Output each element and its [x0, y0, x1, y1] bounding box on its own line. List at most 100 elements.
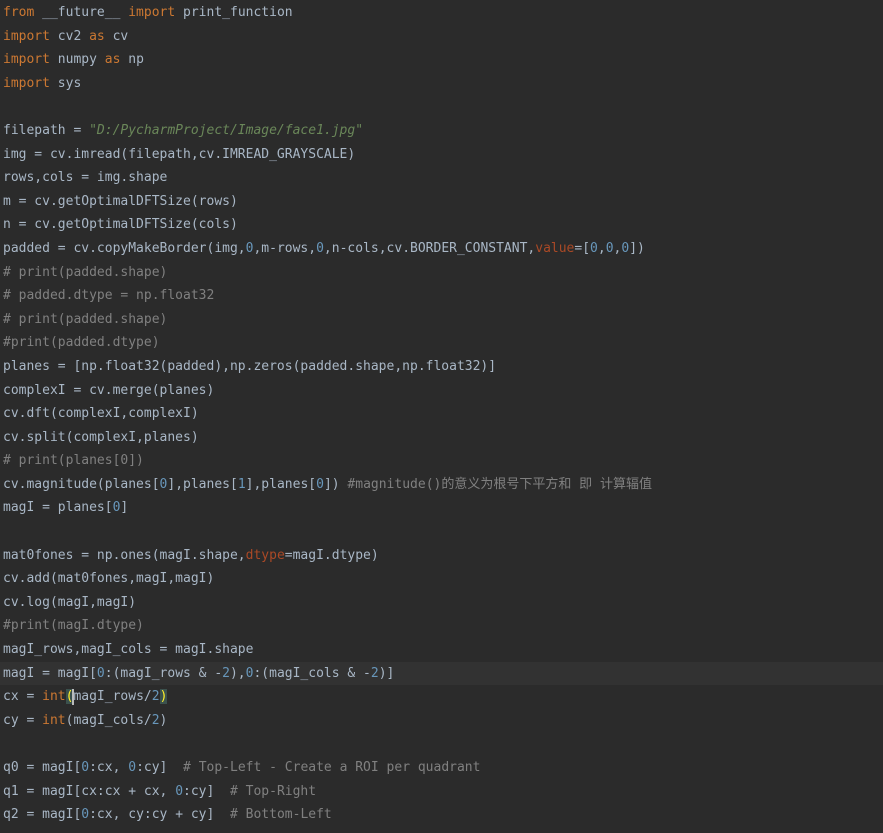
code-token: cv.magnitude(planes[ [3, 476, 160, 492]
code-line[interactable]: rows,cols = img.shape [0, 166, 883, 190]
code-token: sys [57, 75, 82, 91]
code-token: # Top-Right [229, 783, 317, 799]
code-token: 0 [175, 783, 184, 799]
code-token: :cy] [136, 760, 184, 775]
code-token: 2 [151, 712, 160, 728]
code-line[interactable]: padded = cv.copyMakeBorder(img, 0 ,m-rows,… [0, 237, 883, 261]
code-line[interactable] [0, 732, 883, 756]
code-line[interactable]: complexI = cv.merge(planes) [0, 379, 883, 403]
code-line[interactable]: planes = [np.float32(padded),np.zeros(pa… [0, 355, 883, 379]
code-token: magI = magI[ [3, 665, 97, 681]
code-token: ), [229, 665, 246, 681]
code-token: ) [159, 689, 168, 705]
code-line[interactable]: cv.magnitude(planes[0],planes[1],planes[… [0, 473, 883, 497]
code-line[interactable] [0, 520, 883, 544]
code-line[interactable]: # print(padded.shape) [0, 261, 883, 285]
code-line[interactable]: cv.log(magI,magI) [0, 591, 883, 615]
code-line[interactable]: img = cv.imread(filepath,cv.IMREAD_GRAYS… [0, 143, 883, 167]
code-line[interactable]: cy = int(magI_cols/2) [0, 709, 883, 733]
code-token: 2 [222, 665, 230, 681]
code-token: =magI.dtype) [284, 547, 379, 563]
code-line[interactable]: import cv2 as cv [0, 25, 883, 49]
code-line[interactable]: # print(planes[0]) [0, 449, 883, 473]
code-token: =[ [574, 240, 591, 256]
code-token: padded = cv.copyMakeBorder(img, [3, 240, 246, 256]
code-token: dtype [245, 547, 285, 563]
code-token: 0 [590, 240, 598, 256]
code-token: ,m-rows, [253, 240, 317, 256]
code-token: import [3, 28, 58, 44]
code-token: m = cv.getOptimalDFTSize(rows) [3, 193, 238, 209]
code-line[interactable] [0, 95, 883, 119]
code-line[interactable]: from __future__ import print_function [0, 1, 883, 25]
code-token: 0 [621, 240, 630, 256]
code-token: q2 = magI[ [3, 807, 82, 823]
code-token: 0 [316, 476, 324, 492]
code-line[interactable]: cv.split(complexI,planes) [0, 426, 883, 450]
code-token: ) [159, 712, 168, 728]
code-token: ,n-cols,cv.BORDER_CONSTANT, [323, 240, 536, 256]
code-token: planes = [np.float32(padded),np.zeros(pa… [3, 358, 497, 374]
code-token: ] [120, 500, 129, 516]
code-token: q1 = magI[cx:cx + cx, [3, 783, 176, 799]
code-token: 2 [370, 665, 379, 681]
code-token: magI_rows,magI_cols = magI.shape [3, 642, 254, 658]
code-token: int [42, 712, 66, 728]
code-token: # print(planes[0]) [3, 453, 144, 469]
code-token: print_function [183, 5, 293, 20]
code-line[interactable]: magI = planes[0] [0, 496, 883, 520]
code-line[interactable]: import numpy as np [0, 48, 883, 72]
code-token: import [128, 5, 184, 20]
code-editor[interactable]: from __future__ import print_function imp… [0, 0, 883, 833]
code-token: 0 [81, 760, 90, 775]
code-token: :(magI_rows & - [104, 665, 223, 681]
code-token: 2 [151, 689, 160, 705]
code-token: (magI_cols/ [65, 712, 152, 728]
code-token: np [128, 52, 144, 68]
code-token: cv.dft(complexI,complexI) [3, 406, 199, 422]
code-line[interactable]: cx = int(magI_rows/2) [0, 685, 883, 709]
code-token: # Bottom-Left [230, 807, 332, 823]
code-token: :cx, cy:cy + cy] [89, 807, 230, 823]
code-token: n = cv.getOptimalDFTSize(cols) [3, 217, 238, 233]
code-token: #print(magI.dtype) [3, 618, 144, 634]
code-token: :cx, [89, 760, 129, 775]
code-token: img = cv.imread(filepath,cv.IMREAD_GRAYS… [3, 146, 356, 162]
code-token: # padded.dtype = np.float32 [3, 288, 215, 304]
code-token: 0 [96, 665, 105, 681]
code-line[interactable]: # padded.dtype = np.float32 [0, 284, 883, 308]
code-line[interactable]: mat0fones = np.ones(magI.shape,dtype=mag… [0, 544, 883, 568]
code-token: import [3, 75, 58, 91]
code-line[interactable]: magI_rows,magI_cols = magI.shape [0, 638, 883, 662]
code-token: cx = [3, 689, 43, 705]
code-token: value [535, 240, 575, 256]
code-line[interactable]: filepath = "D:/PycharmProject/Image/face… [0, 119, 883, 143]
code-line[interactable]: cv.dft(complexI,complexI) [0, 402, 883, 426]
code-token: 1 [237, 476, 246, 492]
code-token: cv2 [57, 28, 90, 44]
code-line[interactable]: q0 = magI[0:cx, 0:cy] # Top-Left - Creat… [0, 756, 883, 780]
code-token: , [597, 240, 606, 256]
code-token: 0 [605, 240, 614, 256]
code-line[interactable]: q2 = magI[0:cx, cy:cy + cy] # Bottom-Lef… [0, 803, 883, 827]
code-token: cv.add(mat0fones,magI,magI) [3, 571, 215, 587]
code-line[interactable]: magI = magI[0:(magI_rows & -2),0:(magI_c… [0, 661, 883, 686]
code-token: cy = [3, 712, 43, 728]
code-token: :(magI_cols & - [253, 665, 371, 681]
code-token: as [89, 28, 113, 44]
code-token: cv [112, 28, 129, 44]
code-token: cv.log(magI,magI) [3, 594, 137, 610]
code-token: int [42, 689, 66, 705]
code-token: numpy [57, 52, 105, 68]
code-line[interactable]: n = cv.getOptimalDFTSize(cols) [0, 213, 883, 237]
code-line[interactable]: q1 = magI[cx:cx + cx, 0:cy] # Top-Right [0, 780, 883, 804]
code-line[interactable]: # print(padded.shape) [0, 308, 883, 332]
code-line[interactable]: #print(magI.dtype) [0, 614, 883, 638]
code-token: magI_rows/ [73, 689, 152, 705]
code-line[interactable]: #print(padded.dtype) [0, 331, 883, 355]
code-line[interactable]: cv.add(mat0fones,magI,magI) [0, 567, 883, 591]
code-token: )] [378, 665, 395, 681]
code-line[interactable]: import sys [0, 72, 883, 96]
code-line[interactable]: m = cv.getOptimalDFTSize(rows) [0, 190, 883, 214]
code-token: import [3, 52, 58, 68]
